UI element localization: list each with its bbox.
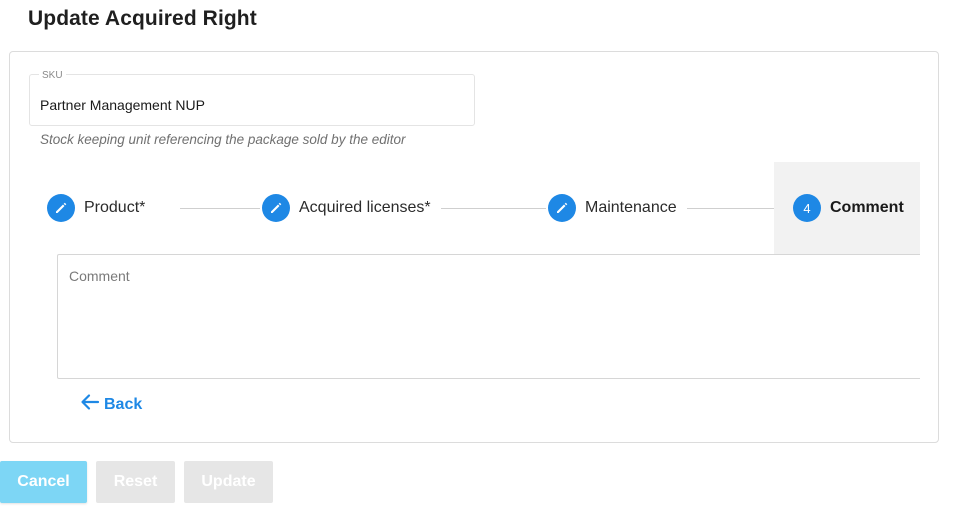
step-comment[interactable]: 4 Comment <box>774 162 920 254</box>
step-maintenance[interactable]: Maintenance <box>548 162 687 254</box>
sku-label: SKU <box>39 70 66 81</box>
pencil-icon <box>548 194 576 222</box>
step-acquired-licenses[interactable]: Acquired licenses* <box>262 162 441 254</box>
sku-value: Partner Management NUP <box>40 97 205 113</box>
stepper: Product* Acquired licenses* Maintenance … <box>30 162 920 254</box>
step-label: Acquired licenses* <box>299 199 431 216</box>
page-title: Update Acquired Right <box>28 7 257 30</box>
step-number: 4 <box>793 194 821 222</box>
step-label: Product* <box>84 199 146 216</box>
step-connector <box>436 208 546 209</box>
arrow-left-icon <box>80 393 100 416</box>
cancel-button[interactable]: Cancel <box>0 461 87 503</box>
step-product[interactable]: Product* <box>47 162 156 254</box>
sku-field[interactable]: SKU Partner Management NUP <box>29 70 475 126</box>
pencil-icon <box>47 194 75 222</box>
step-connector <box>180 208 260 209</box>
sku-hint: Stock keeping unit referencing the packa… <box>40 132 406 147</box>
reset-button[interactable]: Reset <box>96 461 175 503</box>
step-label: Maintenance <box>585 199 677 216</box>
back-button[interactable]: Back <box>80 393 142 416</box>
comment-placeholder: Comment <box>69 268 130 284</box>
step-label: Comment <box>830 199 904 216</box>
form-card: SKU Partner Management NUP Stock keeping… <box>9 51 939 443</box>
comment-textarea[interactable]: Comment <box>57 254 920 379</box>
update-button[interactable]: Update <box>184 461 273 503</box>
pencil-icon <box>262 194 290 222</box>
back-label: Back <box>104 395 143 413</box>
